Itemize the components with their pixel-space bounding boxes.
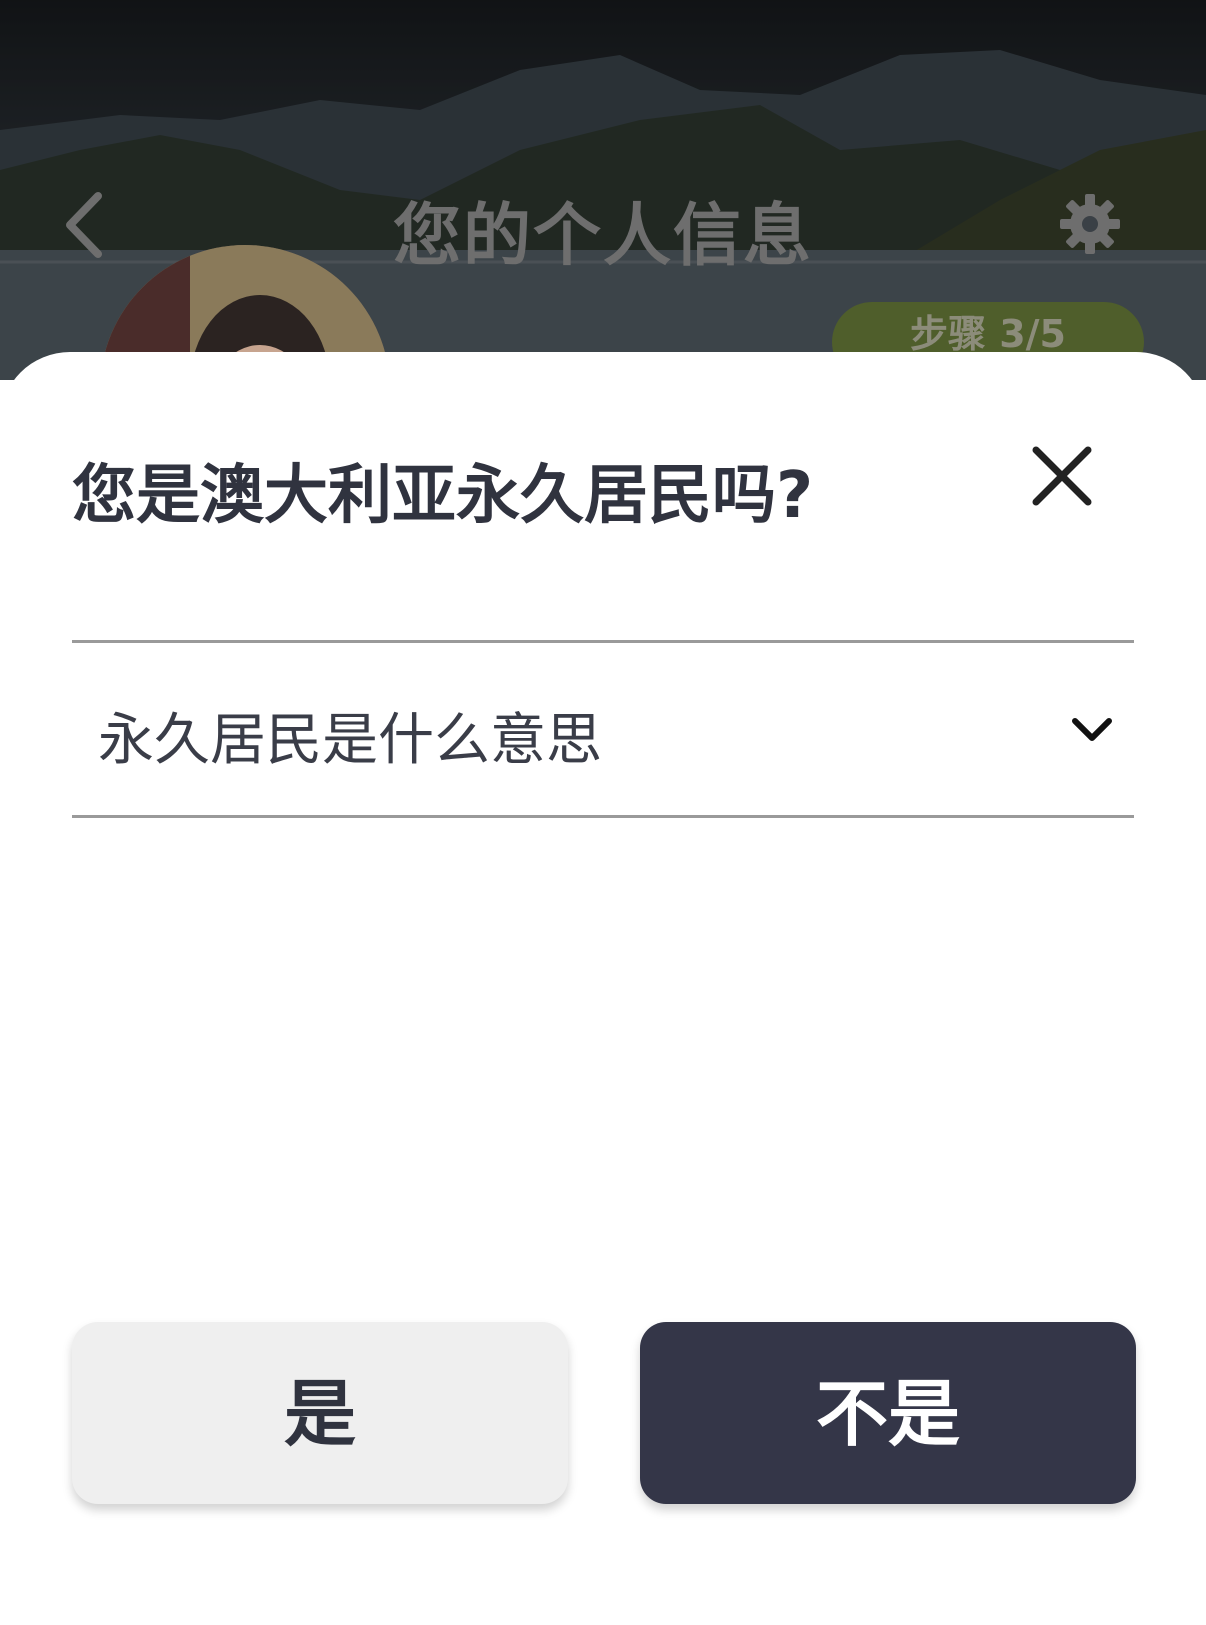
yes-button[interactable]: 是 <box>72 1322 568 1504</box>
no-button[interactable]: 不是 <box>640 1322 1136 1504</box>
accordion-permanent-resident-info[interactable]: 永久居民是什么意思 <box>72 640 1134 818</box>
chevron-down-icon <box>1072 718 1112 741</box>
bottom-sheet-dialog: 您是澳大利亚永久居民吗? 永久居民是什么意思 是 不是 <box>0 352 1206 1625</box>
gear-icon[interactable] <box>1058 192 1122 256</box>
accordion-label: 永久居民是什么意思 <box>98 708 602 773</box>
dialog-question: 您是澳大利亚永久居民吗? <box>72 459 814 533</box>
close-icon[interactable] <box>1030 444 1094 508</box>
